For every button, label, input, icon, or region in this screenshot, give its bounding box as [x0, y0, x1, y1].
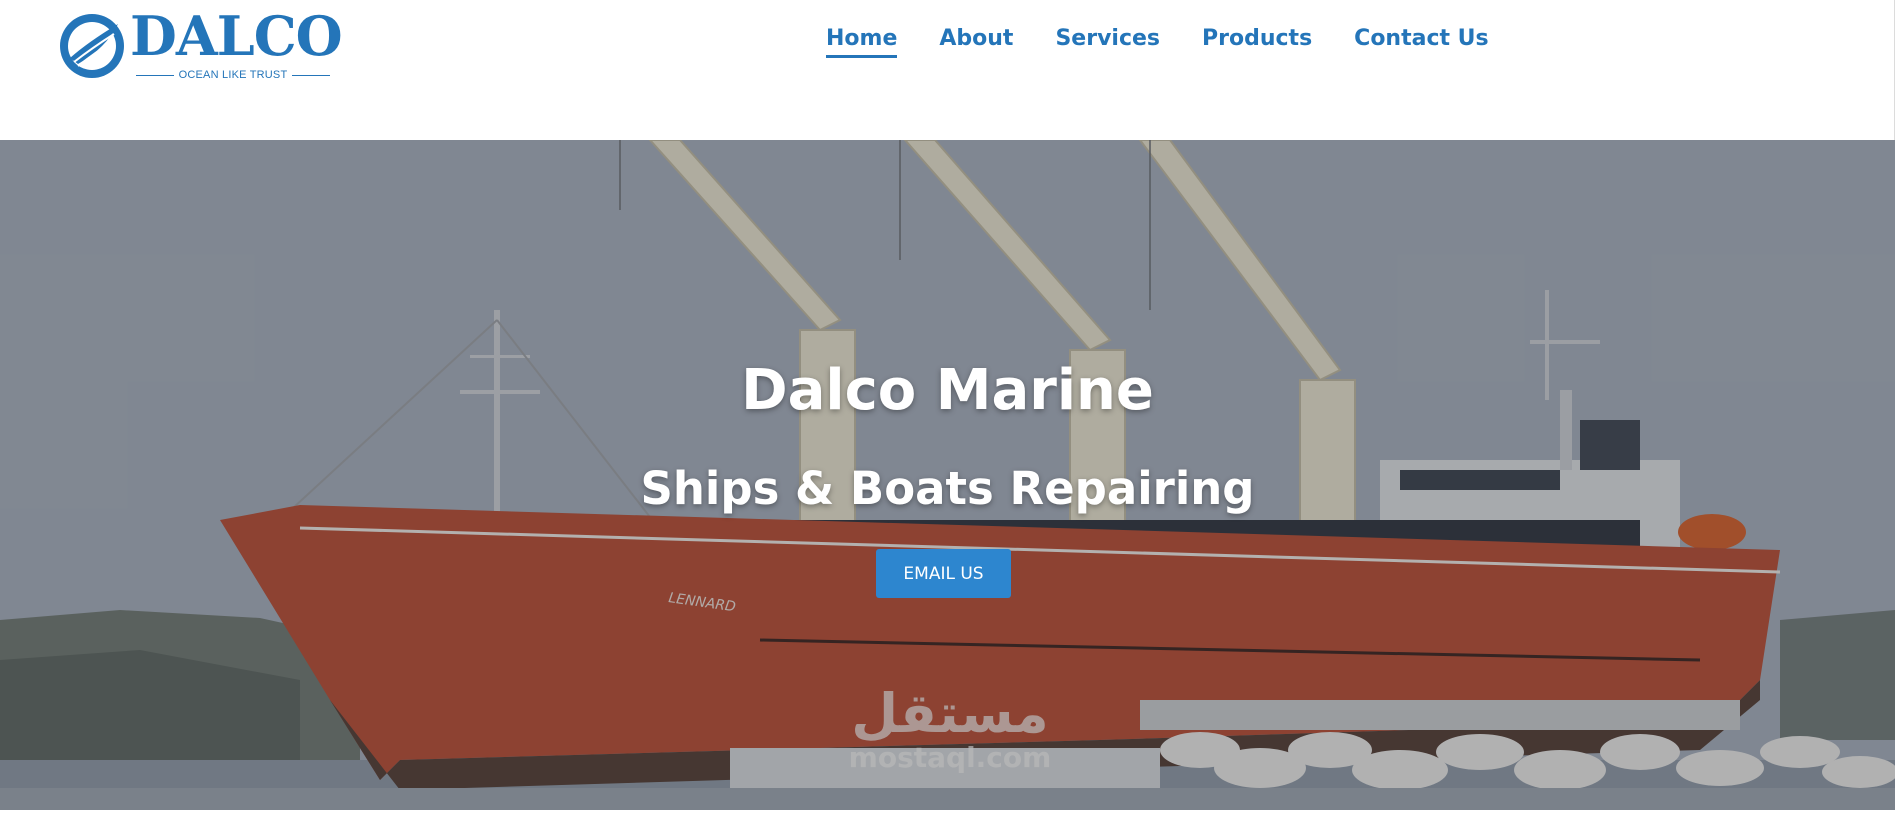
- mostaql-watermark: مستقل mostaql.com: [830, 685, 1070, 773]
- nav-home[interactable]: Home: [826, 26, 898, 58]
- hero-title: Dalco Marine: [741, 358, 1154, 423]
- nav-services[interactable]: Services: [1055, 26, 1160, 58]
- email-us-button[interactable]: EMAIL US: [876, 549, 1011, 598]
- nav-about[interactable]: About: [939, 26, 1013, 58]
- hero-subtitle: Ships & Boats Repairing: [640, 462, 1255, 515]
- logo[interactable]: DALCO OCEAN LIKE TRUST: [58, 6, 343, 82]
- site-header: DALCO OCEAN LIKE TRUST Home About Servic…: [0, 0, 1895, 140]
- watermark-latin: mostaql.com: [848, 741, 1052, 774]
- main-nav: Home About Services Products Contact Us: [826, 26, 1489, 58]
- hero-banner: LENNARD Dalco Marine Ships & Boats Repai…: [0, 140, 1895, 810]
- logo-tagline: OCEAN LIKE TRUST: [178, 69, 288, 81]
- logo-tagline-row: OCEAN LIKE TRUST: [136, 68, 330, 82]
- tagline-divider-left: [136, 74, 174, 76]
- wave-globe-icon: [60, 14, 124, 78]
- watermark-arabic: مستقل: [851, 682, 1049, 745]
- logo-wordmark: DALCO: [130, 4, 343, 68]
- nav-contact-us[interactable]: Contact Us: [1354, 26, 1488, 58]
- tagline-divider-right: [292, 74, 330, 76]
- nav-products[interactable]: Products: [1202, 26, 1312, 58]
